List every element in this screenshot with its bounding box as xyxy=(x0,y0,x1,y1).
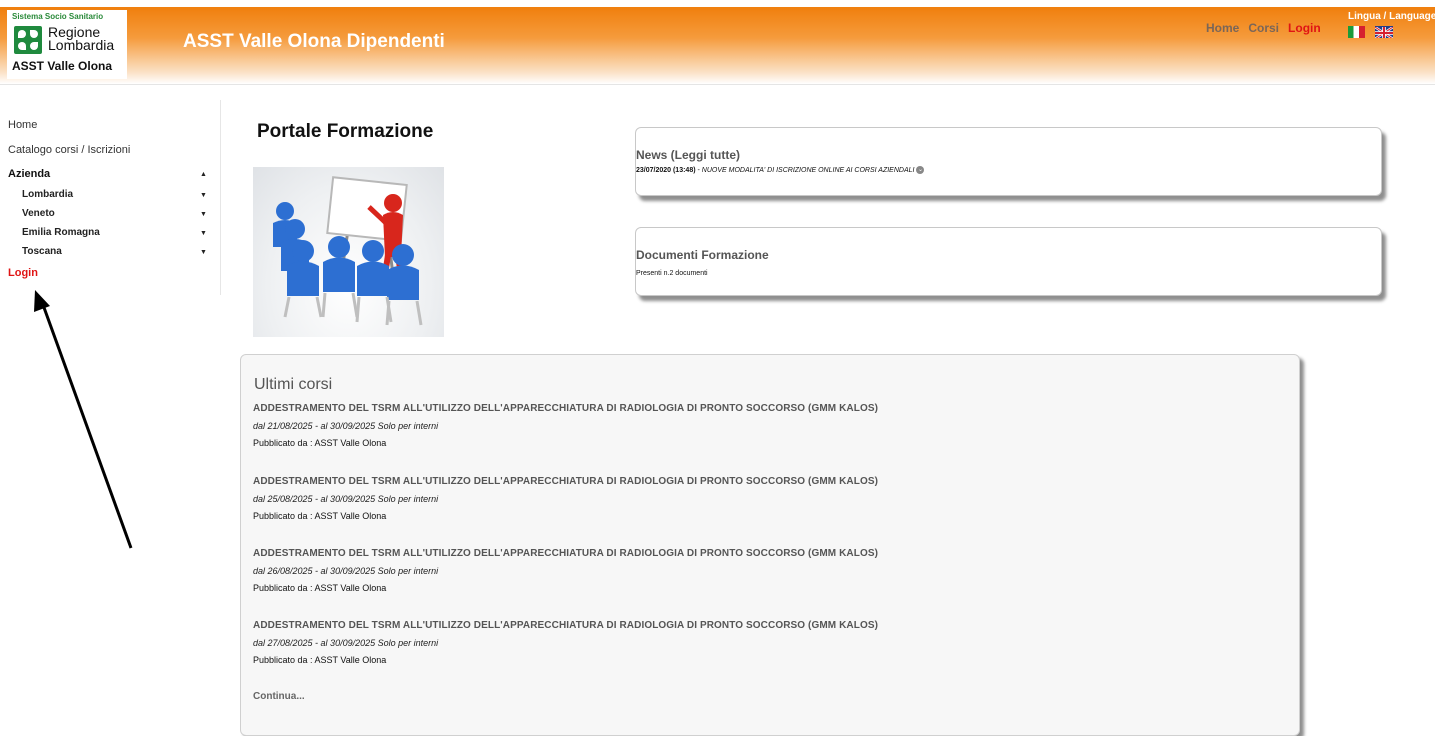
course-item: ADDESTRAMENTO DEL TSRM ALL'UTILIZZO DELL… xyxy=(253,476,1153,521)
course-publisher: Pubblicato da : ASST Valle Olona xyxy=(253,655,387,665)
training-illustration xyxy=(253,167,444,337)
sidebar: Home Catalogo corsi / Iscrizioni Azienda… xyxy=(0,100,221,295)
documents-count: Presenti n.2 documenti xyxy=(636,270,708,277)
chevron-down-icon[interactable]: ▼ xyxy=(200,192,207,199)
page-title: Portale Formazione xyxy=(257,121,434,142)
logo-bottom-text: ASST Valle Olona xyxy=(12,59,113,73)
news-card: News (Leggi tutte) 23/07/2020 (13:48) - … xyxy=(635,127,1382,196)
lombardia-rose-icon xyxy=(14,26,42,54)
course-item: ADDESTRAMENTO DEL TSRM ALL'UTILIZZO DELL… xyxy=(253,620,1153,665)
course-title-link[interactable]: ADDESTRAMENTO DEL TSRM ALL'UTILIZZO DELL… xyxy=(253,476,1153,487)
course-dates: dal 25/08/2025 - al 30/09/2025 Solo per … xyxy=(253,494,439,504)
course-publisher: Pubblicato da : ASST Valle Olona xyxy=(253,583,387,593)
course-publisher: Pubblicato da : ASST Valle Olona xyxy=(253,438,387,448)
sidebar-item-emilia-romagna[interactable]: Emilia Romagna xyxy=(22,227,100,238)
site-title: ASST Valle Olona Dipendenti xyxy=(183,31,445,52)
course-dates: dal 21/08/2025 - al 30/09/2025 Solo per … xyxy=(253,421,439,431)
sidebar-login-link[interactable]: Login xyxy=(8,267,38,279)
course-dates: dal 26/08/2025 - al 30/09/2025 Solo per … xyxy=(253,566,439,576)
continue-link[interactable]: Continua... xyxy=(253,691,305,702)
nav-corsi-link[interactable]: Corsi xyxy=(1248,21,1279,35)
chevron-up-icon[interactable]: ▲ xyxy=(200,171,207,178)
sidebar-item-veneto[interactable]: Veneto xyxy=(22,208,55,219)
documents-card: Documenti Formazione Presenti n.2 docume… xyxy=(635,227,1382,296)
logo-top-text: Sistema Socio Sanitario xyxy=(12,12,104,21)
uk-flag-graphic xyxy=(1375,26,1393,38)
news-item[interactable]: 23/07/2020 (13:48) - NUOVE MODALITA' DI … xyxy=(636,166,925,174)
uk-flag-icon[interactable] xyxy=(1375,26,1393,38)
expand-circle-icon[interactable]: ⌄ xyxy=(916,166,925,174)
chevron-down-icon[interactable]: ▼ xyxy=(200,249,207,256)
top-nav: Home Corsi Login xyxy=(1206,21,1330,35)
course-publisher: Pubblicato da : ASST Valle Olona xyxy=(253,511,387,521)
news-date: 23/07/2020 (13:48) xyxy=(636,166,696,174)
sidebar-item-catalogo[interactable]: Catalogo corsi / Iscrizioni xyxy=(8,144,130,156)
italian-flag-icon[interactable] xyxy=(1348,26,1365,38)
documents-title-link[interactable]: Documenti Formazione xyxy=(636,248,769,262)
course-title-link[interactable]: ADDESTRAMENTO DEL TSRM ALL'UTILIZZO DELL… xyxy=(253,403,1153,414)
sidebar-item-home[interactable]: Home xyxy=(8,119,37,131)
sidebar-item-azienda[interactable]: Azienda xyxy=(8,168,50,180)
latest-courses-panel: Ultimi corsi ADDESTRAMENTO DEL TSRM ALL'… xyxy=(240,354,1300,736)
header-bar: Sistema Socio Sanitario Regione Lombardi… xyxy=(0,7,1435,85)
course-item: ADDESTRAMENTO DEL TSRM ALL'UTILIZZO DELL… xyxy=(253,548,1153,593)
logo-name: Regione Lombardia xyxy=(48,24,115,53)
presentation-illustration-icon xyxy=(273,176,423,326)
regione-lombardia-logo[interactable]: Sistema Socio Sanitario Regione Lombardi… xyxy=(7,10,127,79)
course-title-link[interactable]: ADDESTRAMENTO DEL TSRM ALL'UTILIZZO DELL… xyxy=(253,548,1153,559)
nav-home-link[interactable]: Home xyxy=(1206,21,1239,35)
course-title-link[interactable]: ADDESTRAMENTO DEL TSRM ALL'UTILIZZO DELL… xyxy=(253,620,1153,631)
courses-title: Ultimi corsi xyxy=(254,376,333,393)
chevron-down-icon[interactable]: ▼ xyxy=(200,230,207,237)
nav-login-link[interactable]: Login xyxy=(1288,21,1321,35)
news-text: NUOVE MODALITA' DI ISCRIZIONE ONLINE AI … xyxy=(701,166,915,174)
course-item: ADDESTRAMENTO DEL TSRM ALL'UTILIZZO DELL… xyxy=(253,403,1153,448)
chevron-down-icon[interactable]: ▼ xyxy=(200,211,207,218)
sidebar-item-lombardia[interactable]: Lombardia xyxy=(22,189,73,200)
course-dates: dal 27/08/2025 - al 30/09/2025 Solo per … xyxy=(253,638,439,648)
sidebar-item-toscana[interactable]: Toscana xyxy=(22,246,62,257)
news-title-link[interactable]: News (Leggi tutte) xyxy=(636,148,740,162)
language-label: Lingua / Language xyxy=(1348,11,1435,22)
